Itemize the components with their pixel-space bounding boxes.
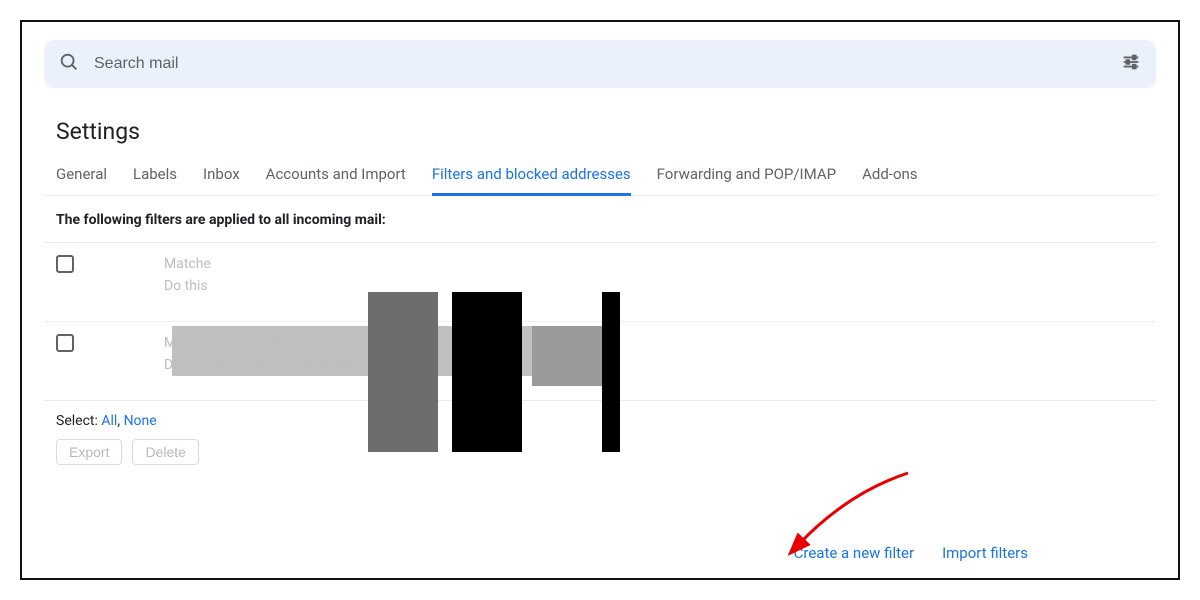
do-this-label: Do this: — [164, 357, 211, 373]
filter-row: Matches: from:(mroyster@royster.com) Do … — [44, 322, 1156, 400]
create-filter-link[interactable]: Create a new filter — [794, 544, 914, 562]
matches-value: from:(mroyster@royster.com) — [225, 335, 409, 351]
filter-checkbox[interactable] — [56, 255, 74, 273]
export-button[interactable]: Export — [56, 439, 122, 465]
filter-list: Matche Do this Matches: from:(mroyster@r… — [44, 242, 1156, 401]
tab-filters[interactable]: Filters and blocked addresses — [432, 159, 631, 196]
filter-description: Matche Do this — [164, 253, 211, 297]
search-bar[interactable] — [44, 40, 1156, 88]
do-this-value: Never send it to Spam — [214, 357, 351, 373]
tab-addons[interactable]: Add-ons — [862, 159, 917, 195]
page-title: Settings — [44, 112, 1156, 159]
import-filters-link[interactable]: Import filters — [942, 544, 1028, 562]
tab-accounts[interactable]: Accounts and Import — [266, 159, 406, 195]
filter-row: Matche Do this — [44, 243, 1156, 322]
tune-icon[interactable] — [1120, 51, 1142, 77]
app-window: Settings General Labels Inbox Accounts a… — [20, 20, 1180, 580]
select-label: Select: — [56, 413, 98, 429]
filter-checkbox[interactable] — [56, 334, 74, 352]
delete-button[interactable]: Delete — [132, 439, 198, 465]
select-row: Select: All, None — [44, 401, 1156, 435]
filter-description: Matches: from:(mroyster@royster.com) Do … — [164, 332, 409, 376]
filters-section-heading: The following filters are applied to all… — [44, 196, 1156, 242]
tab-inbox[interactable]: Inbox — [203, 159, 240, 195]
do-this-label: Do this — [164, 278, 208, 294]
select-all-link[interactable]: All — [101, 413, 117, 429]
matches-label: Matche — [164, 256, 211, 272]
settings-tabs: General Labels Inbox Accounts and Import… — [44, 159, 1156, 196]
tab-general[interactable]: General — [56, 159, 107, 195]
select-none-link[interactable]: None — [124, 413, 157, 429]
tab-forwarding[interactable]: Forwarding and POP/IMAP — [657, 159, 836, 195]
tab-labels[interactable]: Labels — [133, 159, 177, 195]
matches-label: Matches: — [164, 335, 222, 351]
search-icon — [58, 51, 80, 77]
search-input[interactable] — [94, 55, 1106, 73]
comma: , — [117, 413, 120, 429]
